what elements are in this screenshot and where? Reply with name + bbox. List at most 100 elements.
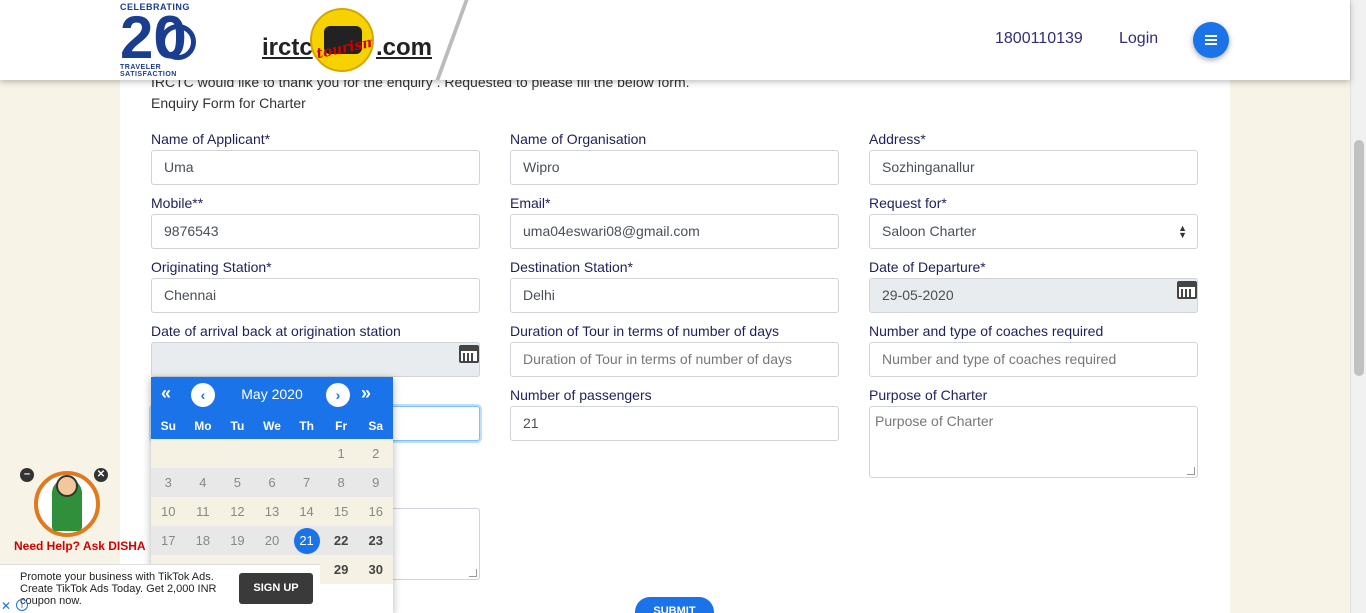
site-header: CELEBRATING 20 TRAVELER SATISFACTION irc… [0,0,1350,80]
address-label: Address* [869,131,926,147]
disha-avatar-face [56,475,78,497]
duration-label: Duration of Tour in terms of number of d… [510,323,779,339]
scroll-thumb[interactable] [1354,140,1364,376]
day-cell: 4 [185,468,221,497]
email-input[interactable]: uma04eswari08@gmail.com [510,214,839,249]
passengers-input[interactable]: 21 [510,406,839,441]
helpline-number[interactable]: 1800110139 [995,30,1083,48]
day-cell-empty [151,439,186,468]
calendar-icon[interactable] [1177,281,1197,299]
ad-info-icon[interactable]: i [16,599,28,611]
datepicker-header: « ‹ May 2020 › » [151,377,393,413]
menu-line [1205,43,1217,45]
day-cell: 11 [185,497,221,526]
arrival-input[interactable] [151,342,480,377]
ad-close-icon[interactable]: ✕ [1,599,11,613]
form-title: Enquiry Form for Charter [151,95,306,111]
weekday: Mo [194,419,212,433]
destination-label: Destination Station* [510,259,633,275]
destination-input[interactable]: Delhi [510,278,839,313]
day-cell[interactable]: 23 [358,526,393,555]
weekday: Tu [230,419,245,433]
badge-ring-icon [160,24,196,60]
request-for-select[interactable]: Saloon Charter ▲ ▼ [869,214,1198,249]
ad-banner: Promote your business with TikTok Ads. C… [0,564,320,613]
weekday: Fr [335,419,348,433]
weekday: Sa [368,419,384,433]
select-arrows-icon: ▲ ▼ [1178,223,1187,240]
passengers-label: Number of passengers [510,387,652,403]
day-cell: 10 [151,497,186,526]
menu-line [1205,39,1217,41]
purpose-label: Purpose of Charter [869,387,988,403]
day-cell: 5 [220,468,255,497]
coaches-input[interactable]: Number and type of coaches required [869,342,1198,377]
day-cell[interactable]: 30 [358,555,393,584]
next-month-icon[interactable]: › [326,383,350,407]
resize-handle[interactable] [1187,467,1195,475]
calendar-icon[interactable] [459,345,479,363]
tourism-logo-icon: tourism [310,8,374,72]
datepicker-month[interactable]: May 2020 [151,386,393,402]
minimize-icon[interactable]: – [20,468,34,482]
day-cell-selected[interactable]: 21 [289,526,324,555]
weekday-row: Su Mo Tu We Th Fr Sa [151,413,393,439]
ad-signup-button[interactable]: SIGN UP [239,573,313,604]
day-cell: 6 [254,468,290,497]
applicant-input[interactable]: Uma [151,150,480,185]
day-cell-empty [220,439,255,468]
day-cell: 20 [254,526,290,555]
disha-help-widget[interactable]: – ✕ Need Help? Ask DISHA [14,465,146,555]
next-year-icon[interactable]: » [361,383,371,404]
submit-button[interactable]: SUBMIT [635,597,714,613]
day-cell-empty [289,439,324,468]
day-cell[interactable]: 22 [323,526,359,555]
day-cell-empty [185,439,221,468]
duration-input[interactable]: Duration of Tour in terms of number of d… [510,342,839,377]
resize-handle[interactable] [469,569,477,577]
day-cell: 16 [358,497,393,526]
origin-label: Originating Station* [151,259,272,275]
hamburger-menu-button[interactable] [1193,22,1229,58]
menu-line [1205,35,1217,37]
selected-day[interactable]: 21 [293,528,320,554]
mobile-label: Mobile** [151,195,204,211]
day-cell: 1 [323,439,359,468]
day-cell-empty [254,439,290,468]
disha-label[interactable]: Need Help? Ask DISHA [14,539,146,553]
day-cell[interactable]: 29 [323,555,359,584]
weekday: Th [299,419,314,433]
close-icon[interactable]: ✕ [94,468,108,482]
page-scrollbar[interactable] [1350,0,1366,613]
day-cell: 12 [220,497,255,526]
departure-label: Date of Departure* [869,259,986,275]
applicant-label: Name of Applicant* [151,131,271,147]
brand-logo[interactable]: irctc .com [262,34,432,62]
organisation-input[interactable]: Wipro [510,150,839,185]
day-cell: 13 [254,497,290,526]
day-cell: 18 [185,526,221,555]
address-input[interactable]: Sozhinganallur [869,150,1198,185]
organisation-label: Name of Organisation [510,131,647,147]
day-cell: 3 [151,468,186,497]
day-cell: 15 [323,497,359,526]
email-label: Email* [510,195,551,211]
origin-input[interactable]: Chennai [151,278,480,313]
day-cell: 14 [289,497,324,526]
brand-right: .com [376,34,433,61]
day-cell: 19 [220,526,255,555]
brand-left: irctc [262,34,313,61]
day-cell: 8 [323,468,359,497]
badge-bottom-text: TRAVELER SATISFACTION [120,64,177,78]
purpose-textarea[interactable]: Purpose of Charter [869,406,1198,478]
datepicker-grid: 1 2 3 4 5 6 7 8 9 10 11 12 13 14 15 16 1… [151,439,393,584]
day-cell: 7 [289,468,324,497]
ad-text[interactable]: Promote your business with TikTok Ads. C… [20,571,232,607]
anniversary-badge: CELEBRATING 20 TRAVELER SATISFACTION [120,2,210,78]
coaches-label: Number and type of coaches required [869,323,1104,339]
request-for-label: Request for* [869,195,947,211]
mobile-input[interactable]: 9876543 [151,214,480,249]
login-link[interactable]: Login [1119,30,1158,48]
day-cell: 9 [358,468,393,497]
departure-input[interactable]: 29-05-2020 [869,278,1198,313]
